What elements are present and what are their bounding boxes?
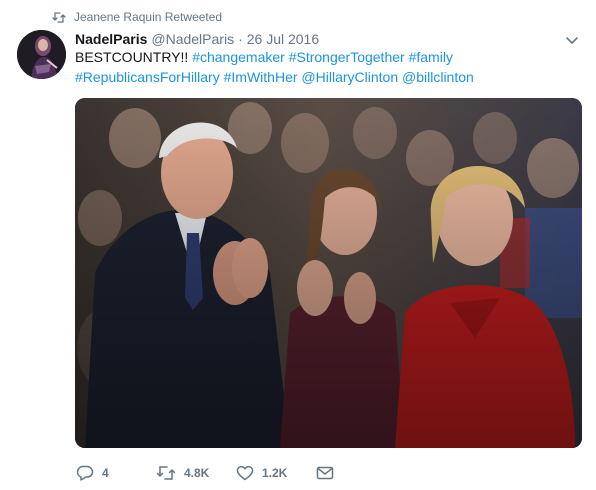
like-count: 1.2K — [262, 466, 288, 480]
tweet-text-plain: BESTCOUNTRY!! — [75, 49, 189, 65]
retweet-button[interactable]: 4.8K — [156, 465, 236, 481]
reply-button[interactable]: 4 — [76, 465, 156, 481]
envelope-icon — [316, 465, 334, 481]
mention-link[interactable]: @HillaryClinton — [301, 69, 398, 85]
retweet-context: Jeanene Raquin Retweeted — [52, 8, 222, 26]
heart-icon — [236, 465, 254, 481]
retweet-count: 4.8K — [184, 466, 210, 480]
author-name[interactable]: NadelParis — [75, 31, 147, 47]
tweet-text: BESTCOUNTRY!! #changemaker #StrongerToge… — [75, 48, 575, 87]
tweet[interactable]: Jeanene Raquin Retweeted NadelParis @Nad… — [0, 0, 596, 490]
hashtag-link[interactable]: #ImWithHer — [224, 69, 298, 85]
photo-icon — [75, 98, 582, 448]
hashtag-link[interactable]: #StrongerTogether — [289, 49, 405, 65]
retweet-context-text[interactable]: Jeanene Raquin Retweeted — [74, 10, 222, 24]
hashtag-link[interactable]: #changemaker — [192, 49, 285, 65]
retweet-icon — [52, 11, 66, 23]
tweet-actions: 4 4.8K 1.2K — [76, 463, 334, 483]
reply-icon — [76, 465, 94, 481]
separator: · — [238, 31, 243, 47]
avatar[interactable] — [17, 30, 66, 79]
hashtag-link[interactable]: #RepublicansForHillary — [75, 69, 220, 85]
like-button[interactable]: 1.2K — [236, 465, 316, 481]
mention-link[interactable]: @billclinton — [402, 69, 474, 85]
author-handle[interactable]: @NadelParis — [151, 31, 234, 47]
tweet-date[interactable]: 26 Jul 2016 — [247, 31, 319, 47]
retweet-icon — [156, 465, 176, 481]
tweet-photo[interactable] — [75, 98, 582, 448]
tweet-header: NadelParis @NadelParis · 26 Jul 2016 — [75, 29, 319, 49]
direct-message-button[interactable] — [316, 465, 334, 481]
reply-count: 4 — [102, 466, 109, 480]
chevron-down-icon[interactable] — [564, 32, 580, 48]
hashtag-link[interactable]: #family — [409, 49, 453, 65]
